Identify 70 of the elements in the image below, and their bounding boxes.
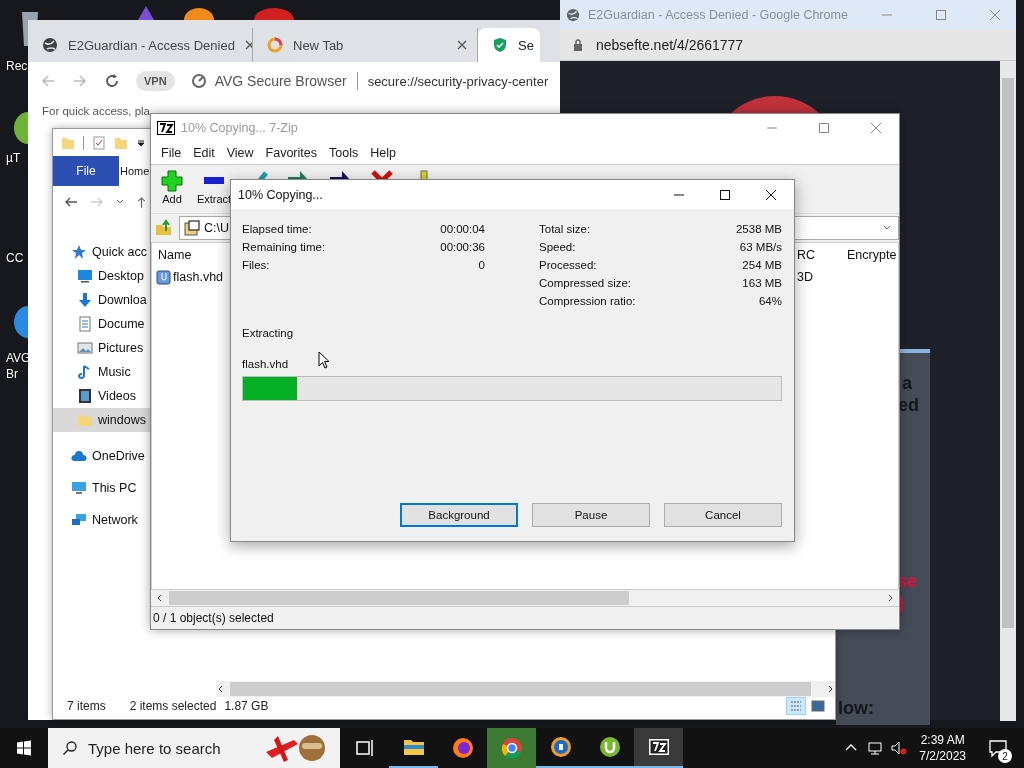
- status-text: 0 / 1 object(s) selected: [153, 611, 274, 625]
- vpn-button[interactable]: VPN: [136, 71, 175, 91]
- column-header[interactable]: Encrypte: [847, 248, 897, 262]
- stat-label: Files:: [242, 259, 270, 271]
- clock-date[interactable]: 7/2/2023: [919, 748, 966, 764]
- item-count: 7 items: [67, 699, 106, 713]
- table-cell: flash.vhd: [156, 269, 224, 285]
- browser-tab[interactable]: Se: [478, 28, 540, 62]
- stat-value: 64%: [758, 295, 782, 307]
- stat-value: 254 MB: [742, 259, 782, 271]
- column-header[interactable]: RC: [797, 248, 816, 262]
- desktop-icon-label[interactable]: CC: [6, 250, 24, 266]
- nav-item[interactable]: OneDrive: [53, 440, 151, 472]
- stat-label: Total size:: [539, 223, 591, 235]
- stat-value: 163 MB: [742, 277, 782, 289]
- browser-tab[interactable]: E2Guardian - Access Denied: [28, 28, 253, 62]
- nav-item[interactable]: Docume: [53, 312, 151, 336]
- dialog-title: 10% Copying...: [238, 187, 323, 202]
- selection-count: 2 items selected: [129, 699, 217, 713]
- dialog-button[interactable]: Background: [400, 503, 518, 527]
- menu-item[interactable]: View: [220, 146, 260, 160]
- ribbon-tab[interactable]: File: [53, 156, 119, 186]
- menu-item[interactable]: Edit: [187, 146, 221, 160]
- clock-time[interactable]: 2:39 AM: [920, 732, 965, 748]
- menu-item[interactable]: Help: [364, 146, 402, 160]
- menu-item[interactable]: File: [155, 146, 188, 160]
- table-cell: 3D: [797, 270, 813, 284]
- stat-value: 0: [478, 259, 485, 271]
- selection-size: 1.87 GB: [224, 699, 269, 713]
- stat-label: Processed:: [539, 259, 597, 271]
- page-text: low:: [838, 697, 874, 719]
- site-label: AVG Secure Browser: [214, 73, 347, 89]
- nav-item[interactable]: Downloa: [53, 288, 151, 312]
- stat-value: 2538 MB: [735, 223, 782, 235]
- window-title: E2Guardian - Access Denied - Google Chrome: [588, 8, 848, 22]
- nav-item[interactable]: Videos: [53, 384, 151, 408]
- nav-item[interactable]: This PC: [53, 472, 151, 504]
- stat-label: Compression ratio:: [539, 295, 636, 307]
- stat-value: 00:00:36: [440, 241, 485, 253]
- stat-label: Elapsed time:: [242, 223, 312, 235]
- column-header[interactable]: Name: [158, 248, 192, 262]
- nav-item[interactable]: Quick acc: [53, 240, 151, 264]
- nav-item[interactable]: Pictures: [53, 336, 151, 360]
- nav-item[interactable]: Desktop: [53, 264, 151, 288]
- address-field[interactable]: secure://security-privacy-center: [367, 73, 549, 89]
- menu-item[interactable]: Tools: [323, 146, 365, 160]
- stat-value: 00:00:04: [440, 223, 485, 235]
- nav-item[interactable]: windows: [53, 408, 151, 432]
- stat-label: Compressed size:: [539, 277, 632, 289]
- stat-value: 63 MB/s: [739, 241, 782, 253]
- notifications-button[interactable]: 2: [978, 728, 1018, 768]
- nav-item[interactable]: Network: [53, 504, 151, 536]
- file-name: flash.vhd: [242, 358, 289, 370]
- operation-label: Extracting: [242, 327, 294, 339]
- nav-item[interactable]: Music: [53, 360, 151, 384]
- notification-count: 2: [998, 749, 1012, 763]
- page-text: a: [902, 372, 912, 394]
- bookmarks-hint: For quick access, pla: [42, 105, 150, 117]
- window-title: 10% Copying... 7-Zip: [181, 121, 298, 135]
- stat-label: Speed:: [539, 241, 576, 253]
- stat-label: Remaining time:: [242, 241, 326, 253]
- dialog-button[interactable]: Pause: [532, 503, 650, 527]
- dialog-button[interactable]: Cancel: [664, 503, 782, 527]
- search-field[interactable]: Type here to search: [48, 728, 340, 768]
- toolbar-button[interactable]: Add: [151, 169, 193, 205]
- ribbon-tab[interactable]: Home: [120, 156, 150, 186]
- menu-item[interactable]: Favorites: [259, 146, 323, 160]
- desktop-icon-label[interactable]: Rec: [6, 58, 28, 74]
- address-field[interactable]: nebsefte.net/4/2661777: [596, 37, 744, 53]
- desktop-icon-label[interactable]: µT: [6, 150, 21, 166]
